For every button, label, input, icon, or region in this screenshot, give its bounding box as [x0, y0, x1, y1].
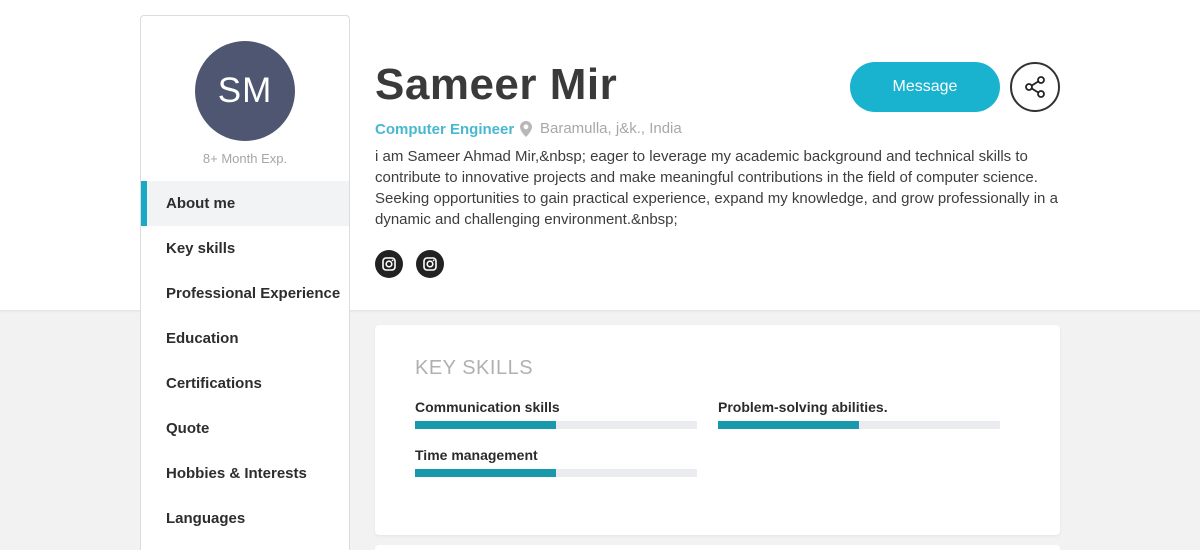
sidebar-item-education[interactable]: Education: [141, 316, 349, 361]
skill-bar: [415, 469, 697, 477]
profile-bio: i am Sameer Ahmad Mir,&nbsp; eager to le…: [375, 148, 1058, 228]
skill-bar-fill: [415, 421, 556, 429]
profile-role: Computer Engineer: [375, 121, 515, 138]
message-button-label: Message: [892, 78, 958, 95]
sidebar-item-label: Education: [166, 330, 239, 347]
sidebar-item-certifications[interactable]: Certifications: [141, 361, 349, 406]
sidebar-item-label: Key skills: [166, 240, 236, 257]
profile-name: Sameer Mir: [375, 60, 618, 109]
profile-location: Baramulla, j&k., India: [520, 120, 682, 137]
sidebar-item-label: Professional Experience: [166, 285, 341, 302]
skill-bar-fill: [415, 469, 556, 477]
sidebar-item-key-skills[interactable]: Key skills: [141, 226, 349, 271]
profile-sidebar: SM 8+ Month Exp. About me Key skills Pro…: [140, 15, 350, 550]
sidebar-item-label: Quote: [166, 420, 210, 437]
skill-item: Time management: [415, 447, 697, 477]
sidebar-item-label: Languages: [166, 510, 246, 527]
instagram-link[interactable]: [416, 250, 444, 278]
sidebar-nav: About me Key skills Professional Experie…: [141, 181, 349, 541]
location-text: Baramulla, j&k., India: [540, 120, 682, 137]
skill-item: Communication skills: [415, 399, 697, 429]
instagram-link[interactable]: [375, 250, 403, 278]
sidebar-item-languages[interactable]: Languages: [141, 496, 349, 541]
share-button[interactable]: [1010, 62, 1060, 112]
key-skills-title: KEY SKILLS: [415, 357, 534, 379]
sidebar-item-professional-experience[interactable]: Professional Experience: [141, 271, 349, 316]
next-section-card: [375, 545, 1060, 550]
instagram-icon: [423, 257, 437, 271]
skill-name: Communication skills: [415, 399, 560, 415]
avatar: SM: [195, 41, 295, 141]
skill-bar-fill: [718, 421, 859, 429]
experience-label: 8+ Month Exp.: [202, 151, 288, 166]
sidebar-item-label: Certifications: [166, 375, 262, 392]
sidebar-item-hobbies[interactable]: Hobbies & Interests: [141, 451, 349, 496]
skill-name: Problem-solving abilities.: [718, 399, 888, 415]
location-pin-icon: [520, 120, 532, 137]
sidebar-item-label: Hobbies & Interests: [166, 465, 307, 482]
skill-bar: [415, 421, 697, 429]
avatar-initials: SM: [217, 71, 273, 110]
sidebar-item-quote[interactable]: Quote: [141, 406, 349, 451]
sidebar-item-label: About me: [166, 195, 236, 212]
instagram-icon: [382, 257, 396, 271]
message-button[interactable]: Message: [850, 62, 1000, 112]
sidebar-item-about-me[interactable]: About me: [141, 181, 349, 226]
skill-bar: [718, 421, 1000, 429]
key-skills-card: KEY SKILLS Communication skills Problem-…: [375, 325, 1060, 535]
skill-name: Time management: [415, 447, 538, 463]
skill-item: Problem-solving abilities.: [718, 399, 1000, 429]
share-icon: [1025, 76, 1045, 98]
